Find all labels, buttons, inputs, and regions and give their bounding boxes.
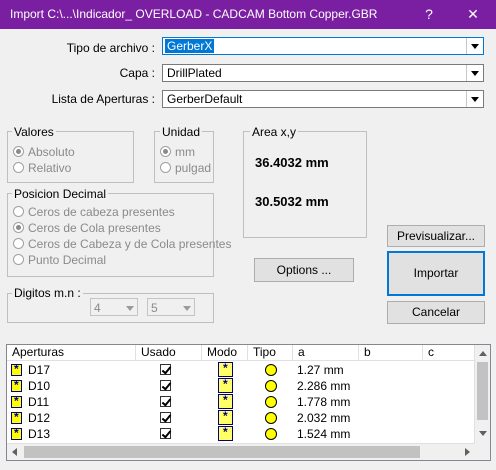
col-header-c[interactable]: c — [423, 345, 477, 361]
col-header-a[interactable]: a — [293, 345, 359, 361]
aperture-name: D17 — [28, 363, 51, 377]
cancelar-button[interactable]: Cancelar — [387, 301, 485, 324]
capa-select[interactable]: DrillPlated — [162, 64, 484, 82]
col-header-aperturas[interactable]: Aperturas — [7, 345, 136, 361]
chevron-down-icon[interactable] — [466, 91, 483, 107]
aperture-icon — [11, 378, 22, 392]
aperture-a: 2.032 mm — [297, 411, 351, 425]
aperture-a: 1.524 mm — [297, 427, 351, 441]
mode-icon[interactable] — [218, 425, 233, 441]
mode-icon[interactable] — [218, 361, 233, 377]
area-y: 30.5032 mm — [255, 194, 329, 209]
col-header-tipo[interactable]: Tipo — [248, 345, 293, 361]
table-row[interactable]: D10 2.286 mm — [7, 377, 477, 394]
col-header-modo[interactable]: Modo — [202, 345, 248, 361]
used-checkbox[interactable] — [160, 380, 171, 391]
scroll-thumb[interactable] — [24, 446, 420, 458]
aperture-name: D11 — [28, 395, 50, 409]
title-bar: Import C:\...\Indicador_ OVERLOAD - CADC… — [0, 0, 496, 29]
radio-absoluto[interactable]: Absoluto — [13, 145, 75, 159]
area-x: 36.4032 mm — [255, 155, 329, 170]
tipo-select[interactable]: GerberX — [162, 37, 484, 55]
scroll-thumb[interactable] — [477, 362, 488, 420]
aperture-name: D10 — [28, 379, 51, 393]
aperture-a: 2.286 mm — [297, 379, 351, 393]
chevron-down-icon[interactable] — [466, 38, 483, 54]
aperture-table[interactable]: Aperturas Usado Modo Tipo a b c D17 1.27… — [6, 344, 491, 461]
mode-icon[interactable] — [218, 393, 233, 409]
help-button[interactable]: ? — [408, 0, 450, 29]
valores-title: Valores — [12, 125, 56, 139]
used-checkbox[interactable] — [160, 412, 171, 423]
lista-label: Lista de Aperturas : — [51, 92, 155, 106]
col-header-usado[interactable]: Usado — [136, 345, 202, 361]
radio-ceros-cabeza-cola[interactable]: Ceros de Cabeza y de Cola presentes — [13, 237, 231, 251]
circle-type-icon[interactable] — [265, 428, 277, 440]
aperture-icon — [11, 410, 22, 424]
aperture-a: 1.27 mm — [297, 363, 344, 377]
table-row[interactable]: D17 1.27 mm — [7, 361, 477, 378]
table-row[interactable]: D11 1.778 mm — [7, 393, 477, 410]
aperture-name: D13 — [28, 427, 51, 441]
radio-relativo[interactable]: Relativo — [13, 161, 71, 175]
used-checkbox[interactable] — [160, 428, 171, 439]
chevron-down-icon — [126, 306, 134, 311]
scroll-up-icon[interactable] — [479, 351, 487, 356]
radio-punto-decimal[interactable]: Punto Decimal — [13, 253, 106, 267]
posicion-title: Posicion Decimal — [12, 187, 109, 201]
vertical-scrollbar[interactable] — [474, 345, 490, 460]
tipo-label: Tipo de archivo : — [66, 41, 155, 55]
horizontal-scrollbar[interactable] — [7, 443, 475, 460]
capa-value: DrillPlated — [167, 66, 222, 80]
unidad-title: Unidad — [160, 125, 203, 139]
circle-type-icon[interactable] — [265, 412, 277, 424]
circle-type-icon[interactable] — [265, 396, 277, 408]
scroll-right-icon[interactable] — [465, 448, 470, 456]
circle-type-icon[interactable] — [265, 380, 277, 392]
radio-ceros-cabeza[interactable]: Ceros de cabeza presentes — [13, 205, 175, 219]
mode-icon[interactable] — [218, 377, 233, 393]
circle-type-icon[interactable] — [265, 364, 277, 376]
scroll-left-icon[interactable] — [12, 448, 17, 456]
window-title: Import C:\...\Indicador_ OVERLOAD - CADC… — [10, 7, 378, 21]
lista-value: GerberDefault — [167, 92, 243, 106]
digitos-title: Digitos m.n : — [12, 286, 83, 300]
chevron-down-icon — [183, 306, 191, 311]
importar-button[interactable]: Importar — [387, 251, 485, 296]
used-checkbox[interactable] — [160, 364, 171, 375]
area-title: Area x,y — [250, 125, 299, 139]
capa-label: Capa : — [119, 66, 155, 80]
col-header-b[interactable]: b — [359, 345, 423, 361]
radio-mm[interactable]: mm — [160, 145, 195, 159]
radio-pulgad[interactable]: pulgad — [160, 161, 211, 175]
aperture-icon — [11, 426, 22, 440]
table-row[interactable]: D12 2.032 mm — [7, 409, 477, 426]
aperture-icon — [11, 362, 22, 376]
area-group — [243, 131, 367, 238]
digitos-n-value: 5 — [151, 301, 158, 315]
used-checkbox[interactable] — [160, 396, 171, 407]
tipo-value: GerberX — [165, 39, 215, 53]
table-row[interactable]: D13 1.524 mm — [7, 425, 477, 442]
aperture-name: D12 — [28, 411, 51, 425]
scroll-down-icon[interactable] — [479, 431, 487, 436]
close-button[interactable]: ✕ — [452, 0, 494, 29]
digitos-n-select[interactable]: 5 — [147, 298, 195, 316]
mode-icon[interactable] — [218, 409, 233, 425]
previsualizar-button[interactable]: Previsualizar... — [387, 225, 485, 247]
digitos-m-value: 4 — [94, 301, 101, 315]
options-button[interactable]: Options ... — [254, 258, 354, 282]
radio-ceros-cola[interactable]: Ceros de Cola presentes — [13, 221, 161, 235]
aperture-a: 1.778 mm — [297, 395, 351, 409]
lista-select[interactable]: GerberDefault — [162, 90, 484, 108]
aperture-icon — [11, 394, 22, 408]
chevron-down-icon[interactable] — [466, 65, 483, 81]
digitos-m-select[interactable]: 4 — [90, 298, 138, 316]
